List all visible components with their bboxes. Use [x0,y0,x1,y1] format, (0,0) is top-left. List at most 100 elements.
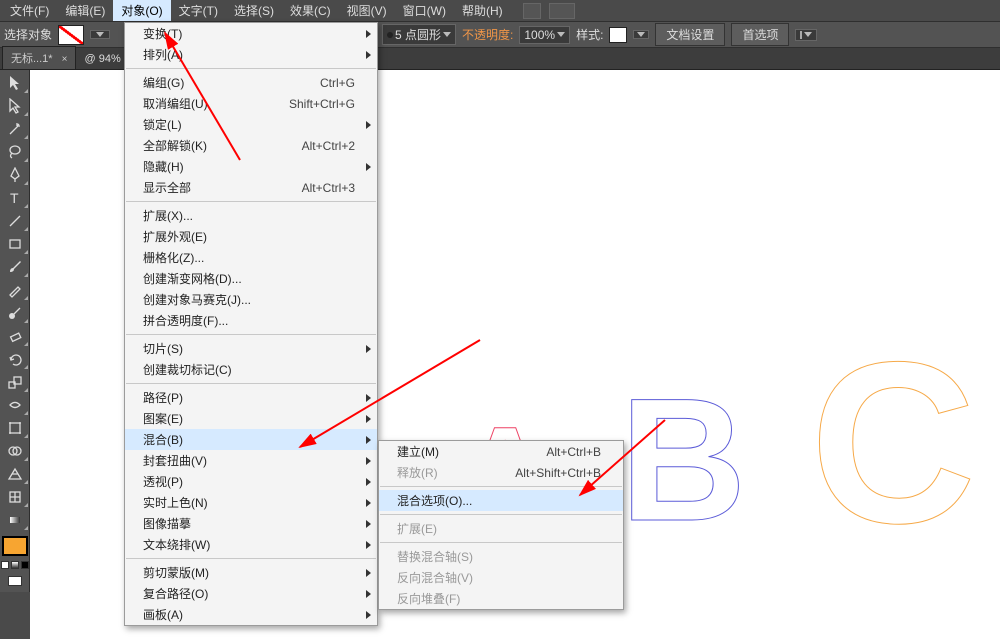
object-menu-label-15: 拼合透明度(F)... [143,312,355,329]
object-menu-label-6: 全部解锁(K) [143,137,272,154]
object-menu-item-22[interactable]: 混合(B) [125,429,377,450]
selection-tool[interactable] [1,72,29,94]
doc-tab-name: 无标...1* [11,53,53,65]
object-menu-item-3[interactable]: 编组(G)Ctrl+G [125,72,377,93]
stroke-profile-label: 5 点圆形 [395,26,441,43]
perspective-tool[interactable] [1,463,29,485]
color-mode-gradient[interactable] [11,561,19,569]
mesh-tool[interactable] [1,486,29,508]
style-swatch[interactable] [609,27,627,43]
style-label: 样式: [576,26,603,43]
eraser-tool[interactable] [1,325,29,347]
object-menu-label-24: 透视(P) [143,473,355,490]
object-menu-item-31[interactable]: 画板(A) [125,604,377,625]
object-menu-item-15[interactable]: 拼合透明度(F)... [125,310,377,331]
align-drop[interactable] [795,29,817,41]
menu-edit[interactable]: 编辑(E) [57,0,113,21]
shape-builder-tool[interactable] [1,440,29,462]
canvas-letter-c[interactable]: C [810,310,976,575]
blend-menu-shortcut-1: Alt+Shift+Ctrl+B [515,466,601,480]
menu-object[interactable]: 对象(O) [113,0,170,21]
menu-effect[interactable]: 效果(C) [282,0,339,21]
object-menu-item-17[interactable]: 切片(S) [125,338,377,359]
object-menu-item-12[interactable]: 栅格化(Z)... [125,247,377,268]
color-mode-none[interactable] [21,561,29,569]
object-menu-item-18[interactable]: 创建裁切标记(C) [125,359,377,380]
object-menu-shortcut-4: Shift+Ctrl+G [289,97,355,111]
magic-wand-tool[interactable] [1,118,29,140]
object-menu-item-30[interactable]: 复合路径(O) [125,583,377,604]
stroke-profile[interactable]: 5 点圆形 [382,24,456,45]
pen-tool[interactable] [1,164,29,186]
object-menu-item-8[interactable]: 显示全部Alt+Ctrl+3 [125,177,377,198]
submenu-arrow-icon [366,436,371,444]
menu-view[interactable]: 视图(V) [339,0,395,21]
width-tool[interactable] [1,394,29,416]
object-menu-item-1[interactable]: 排列(A) [125,44,377,65]
close-icon[interactable]: × [62,54,68,65]
object-menu-item-5[interactable]: 锁定(L) [125,114,377,135]
object-menu-label-26: 图像描摹 [143,515,355,532]
menu-window[interactable]: 窗口(W) [395,0,454,21]
scale-tool[interactable] [1,371,29,393]
blob-brush-tool[interactable] [1,302,29,324]
doc-setup-button[interactable]: 文档设置 [655,23,725,46]
menu-select[interactable]: 选择(S) [226,0,282,21]
screen-mode[interactable] [8,576,22,586]
canvas-letter-b[interactable]: B [620,360,746,561]
blend-menu-item-0[interactable]: 建立(M)Alt+Ctrl+B [379,441,623,462]
bridge-icon[interactable] [523,3,541,19]
object-menu-item-23[interactable]: 封套扭曲(V) [125,450,377,471]
object-menu-label-29: 剪切蒙版(M) [143,564,355,581]
blend-menu-label-1: 释放(R) [397,464,485,481]
type-tool[interactable]: T [1,187,29,209]
fill-drop[interactable] [90,30,110,39]
blend-menu-item-9: 反向堆叠(F) [379,588,623,609]
opacity-label: 不透明度: [462,26,513,43]
gradient-tool[interactable] [1,509,29,531]
select-label: 选择对象 [4,26,52,43]
object-menu-item-27[interactable]: 文本绕排(W) [125,534,377,555]
blend-menu-item-3[interactable]: 混合选项(O)... [379,490,623,511]
menu-file[interactable]: 文件(F) [2,0,57,21]
free-transform-tool[interactable] [1,417,29,439]
object-menu-item-10[interactable]: 扩展(X)... [125,205,377,226]
object-menu-label-27: 文本绕排(W) [143,536,355,553]
object-menu-item-4[interactable]: 取消编组(U)Shift+Ctrl+G [125,93,377,114]
brush-tool[interactable] [1,256,29,278]
pencil-tool[interactable] [1,279,29,301]
direct-select-tool[interactable] [1,95,29,117]
menubar: 文件(F) 编辑(E) 对象(O) 文字(T) 选择(S) 效果(C) 视图(V… [0,0,1000,22]
menu-type[interactable]: 文字(T) [171,0,226,21]
color-mode-row [0,561,29,569]
opacity-field[interactable]: 100% [519,26,570,44]
submenu-arrow-icon [366,611,371,619]
object-menu-item-26[interactable]: 图像描摹 [125,513,377,534]
rectangle-tool[interactable] [1,233,29,255]
menu-help[interactable]: 帮助(H) [454,0,511,21]
rotate-tool[interactable] [1,348,29,370]
preferences-button[interactable]: 首选项 [731,23,789,46]
object-menu-item-29[interactable]: 剪切蒙版(M) [125,562,377,583]
object-menu-item-13[interactable]: 创建渐变网格(D)... [125,268,377,289]
object-menu-item-24[interactable]: 透视(P) [125,471,377,492]
object-menu-item-7[interactable]: 隐藏(H) [125,156,377,177]
submenu-arrow-icon [366,121,371,129]
fill-swatch[interactable] [58,25,84,45]
object-menu-item-20[interactable]: 路径(P) [125,387,377,408]
lasso-tool[interactable] [1,141,29,163]
screen-mode-row [0,576,29,586]
blend-menu-label-8: 反向混合轴(V) [397,569,601,586]
color-mode-color[interactable] [1,561,9,569]
object-menu-item-14[interactable]: 创建对象马赛克(J)... [125,289,377,310]
object-menu-item-25[interactable]: 实时上色(N) [125,492,377,513]
style-drop[interactable] [633,30,649,39]
arrange-docs-icon[interactable] [549,3,575,19]
object-menu-item-21[interactable]: 图案(E) [125,408,377,429]
object-menu-item-0[interactable]: 变换(T) [125,23,377,44]
line-tool[interactable] [1,210,29,232]
fill-stroke-swatch[interactable] [2,536,28,556]
doc-tab[interactable]: 无标...1* × [2,46,76,69]
object-menu-item-6[interactable]: 全部解锁(K)Alt+Ctrl+2 [125,135,377,156]
object-menu-item-11[interactable]: 扩展外观(E) [125,226,377,247]
